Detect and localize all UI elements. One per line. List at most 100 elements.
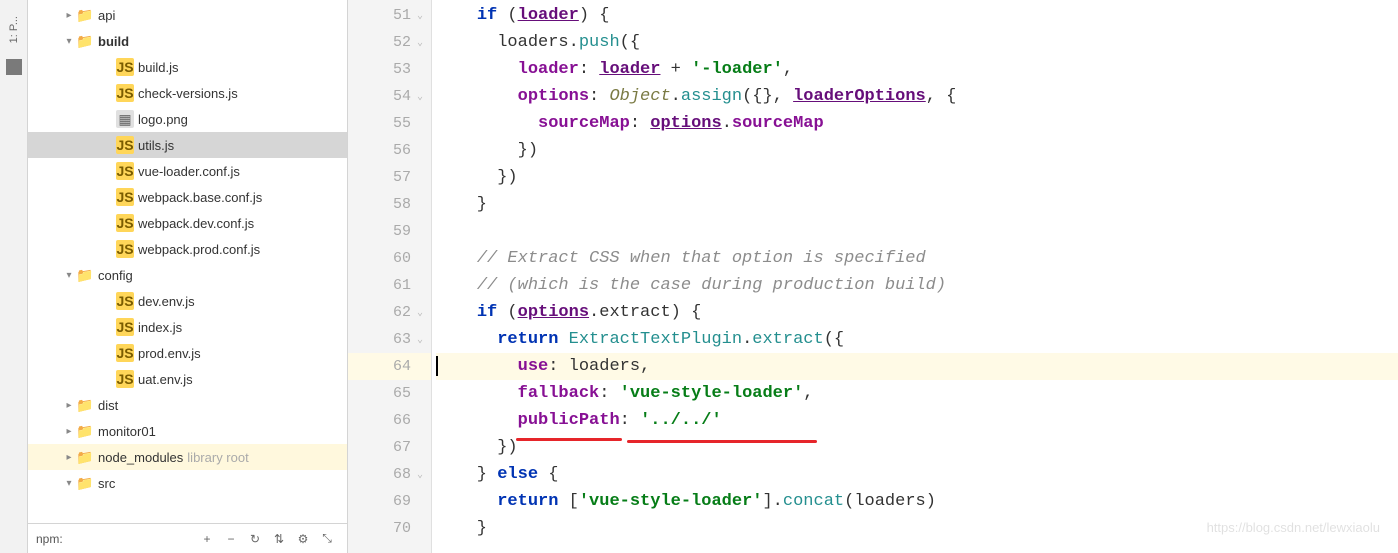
line-number[interactable]: 57 xyxy=(348,164,431,191)
folder-icon: 📁 xyxy=(76,32,94,50)
tree-folder-api[interactable]: ▸ 📁 api xyxy=(28,2,347,28)
code-line[interactable]: // Extract CSS when that option is speci… xyxy=(436,245,1398,272)
line-number[interactable]: 54⌄ xyxy=(348,83,431,110)
line-number[interactable]: 59 xyxy=(348,218,431,245)
remove-button[interactable]: − xyxy=(221,529,241,549)
tree-folder-build[interactable]: ▾ 📁 build xyxy=(28,28,347,54)
line-number[interactable]: 58 xyxy=(348,191,431,218)
fold-icon[interactable]: ⌄ xyxy=(417,334,429,346)
text-caret xyxy=(436,356,438,376)
project-tree[interactable]: ▸ 📁 api ▾ 📁 build JS build.js JS check-v… xyxy=(28,0,347,523)
code-line[interactable]: return ExtractTextPlugin.extract({ xyxy=(436,326,1398,353)
editor-gutter[interactable]: 51⌄ 52⌄ 53 54⌄ 55 56 57 58 59 60 61 62⌄ … xyxy=(348,0,432,553)
tree-file[interactable]: JS dev.env.js xyxy=(28,288,347,314)
code-line[interactable]: publicPath: '../../' xyxy=(436,407,1398,434)
filter-button[interactable]: ⇅ xyxy=(269,529,289,549)
line-number[interactable]: 56 xyxy=(348,137,431,164)
tree-file[interactable]: JS index.js xyxy=(28,314,347,340)
line-number[interactable]: 68⌄ xyxy=(348,461,431,488)
line-number-current[interactable]: 64 xyxy=(348,353,431,380)
line-number[interactable]: 70 xyxy=(348,515,431,542)
tree-item-label: webpack.prod.conf.js xyxy=(138,242,260,257)
code-line[interactable] xyxy=(436,218,1398,245)
fold-icon[interactable]: ⌄ xyxy=(417,37,429,49)
line-number[interactable]: 60 xyxy=(348,245,431,272)
fold-icon[interactable]: ⌄ xyxy=(417,307,429,319)
chevron-right-icon: ▸ xyxy=(62,400,76,411)
refresh-button[interactable]: ↻ xyxy=(245,529,265,549)
collapse-button[interactable]: ⤡ xyxy=(317,529,337,549)
tree-folder-src[interactable]: ▾ 📁 src xyxy=(28,470,347,496)
tree-folder-config[interactable]: ▾ 📁 config xyxy=(28,262,347,288)
line-number[interactable]: 51⌄ xyxy=(348,2,431,29)
tree-file[interactable]: JS build.js xyxy=(28,54,347,80)
fold-icon[interactable]: ⌄ xyxy=(417,10,429,22)
tree-folder-dist[interactable]: ▸ 📁 dist xyxy=(28,392,347,418)
code-line[interactable]: // (which is the case during production … xyxy=(436,272,1398,299)
tree-item-label: logo.png xyxy=(138,112,188,127)
annotation-underline-icon xyxy=(516,438,622,441)
line-number[interactable]: 62⌄ xyxy=(348,299,431,326)
line-number[interactable]: 53 xyxy=(348,56,431,83)
line-number[interactable]: 67 xyxy=(348,434,431,461)
folder-icon: 📁 xyxy=(76,422,94,440)
tree-file[interactable]: JS check-versions.js xyxy=(28,80,347,106)
code-line[interactable]: loaders.push({ xyxy=(436,29,1398,56)
js-file-icon: JS xyxy=(116,344,134,362)
chevron-down-icon: ▾ xyxy=(62,270,76,281)
fold-icon[interactable]: ⌄ xyxy=(417,91,429,103)
code-line[interactable]: }) xyxy=(436,137,1398,164)
line-number[interactable]: 63⌄ xyxy=(348,326,431,353)
fold-icon[interactable]: ⌄ xyxy=(417,469,429,481)
js-file-icon: JS xyxy=(116,162,134,180)
code-line[interactable]: loader: loader + '-loader', xyxy=(436,56,1398,83)
code-line[interactable]: } else { xyxy=(436,461,1398,488)
tree-file[interactable]: ▦ logo.png xyxy=(28,106,347,132)
js-file-icon: JS xyxy=(116,188,134,206)
tree-file-selected[interactable]: JS utils.js xyxy=(28,132,347,158)
tree-item-label: vue-loader.conf.js xyxy=(138,164,240,179)
folder-icon: 📁 xyxy=(76,266,94,284)
annotation-underline-icon xyxy=(627,440,817,443)
code-line[interactable]: } xyxy=(436,191,1398,218)
tree-item-label: webpack.dev.conf.js xyxy=(138,216,254,231)
tree-file[interactable]: JS webpack.prod.conf.js xyxy=(28,236,347,262)
line-number[interactable]: 66 xyxy=(348,407,431,434)
line-number[interactable]: 65 xyxy=(348,380,431,407)
code-line[interactable]: }) xyxy=(436,164,1398,191)
line-number[interactable]: 61 xyxy=(348,272,431,299)
tree-file[interactable]: JS prod.env.js xyxy=(28,340,347,366)
tree-item-label: utils.js xyxy=(138,138,174,153)
chevron-down-icon: ▾ xyxy=(62,478,76,489)
code-line[interactable]: fallback: 'vue-style-loader', xyxy=(436,380,1398,407)
tree-folder-monitor01[interactable]: ▸ 📁 monitor01 xyxy=(28,418,347,444)
line-number[interactable]: 55 xyxy=(348,110,431,137)
code-line[interactable]: return ['vue-style-loader'].concat(loade… xyxy=(436,488,1398,515)
settings-button[interactable]: ⚙ xyxy=(293,529,313,549)
js-file-icon: JS xyxy=(116,318,134,336)
code-line[interactable]: options: Object.assign({}, loaderOptions… xyxy=(436,83,1398,110)
tree-file[interactable]: JS vue-loader.conf.js xyxy=(28,158,347,184)
chevron-down-icon: ▾ xyxy=(62,36,76,47)
tool-window-strip[interactable]: 1: P... xyxy=(0,0,28,553)
code-editor[interactable]: if (loader) { loaders.push({ loader: loa… xyxy=(432,0,1398,553)
add-button[interactable]: + xyxy=(197,529,217,549)
tree-file[interactable]: JS webpack.base.conf.js xyxy=(28,184,347,210)
line-number[interactable]: 69 xyxy=(348,488,431,515)
tree-folder-node-modules[interactable]: ▸ 📁 node_modules library root xyxy=(28,444,347,470)
tree-file[interactable]: JS webpack.dev.conf.js xyxy=(28,210,347,236)
code-line-current[interactable]: use: loaders, xyxy=(436,353,1398,380)
folder-icon: 📁 xyxy=(76,474,94,492)
tree-item-label: config xyxy=(98,268,133,283)
file-tab-icon[interactable] xyxy=(6,59,22,75)
code-line[interactable]: if (loader) { xyxy=(436,2,1398,29)
code-line[interactable]: sourceMap: options.sourceMap xyxy=(436,110,1398,137)
code-line[interactable]: } xyxy=(436,515,1398,542)
code-line[interactable]: if (options.extract) { xyxy=(436,299,1398,326)
tree-item-label: api xyxy=(98,8,115,23)
project-tool-tab[interactable]: 1: P... xyxy=(8,16,20,43)
line-number[interactable]: 52⌄ xyxy=(348,29,431,56)
tree-file[interactable]: JS uat.env.js xyxy=(28,366,347,392)
tree-item-label: webpack.base.conf.js xyxy=(138,190,262,205)
tree-item-label: build.js xyxy=(138,60,178,75)
